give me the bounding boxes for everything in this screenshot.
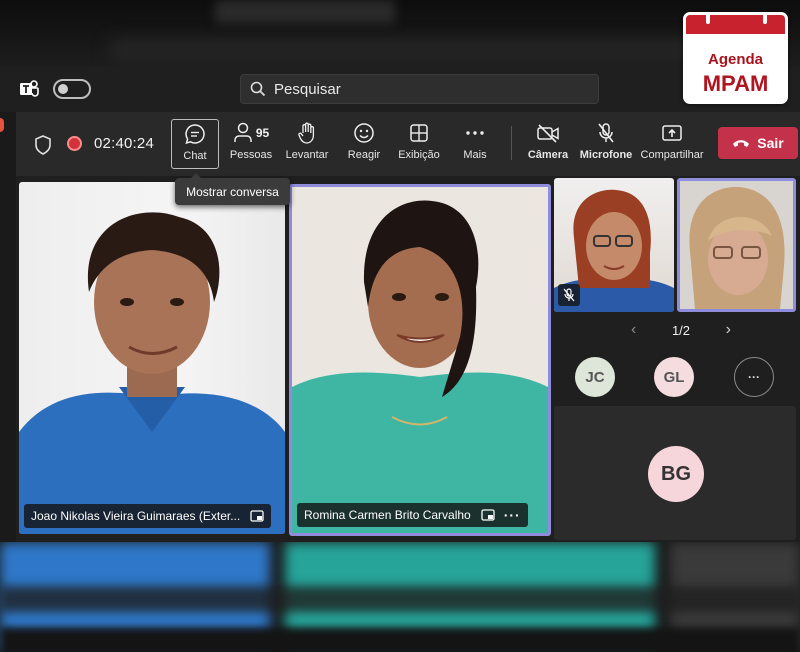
more-options-icon[interactable]: ··· [504, 507, 521, 523]
next-page-icon[interactable]: › [726, 321, 731, 339]
share-button[interactable]: Compartilhar [640, 119, 704, 169]
page-indicator: 1/2 [671, 322, 691, 338]
raise-hand-label: Levantar [285, 149, 329, 161]
badge-line-1: Agenda [707, 51, 763, 68]
blurred-shape [0, 586, 800, 612]
blurred-frame-top [0, 0, 800, 66]
chat-label: Chat [183, 150, 207, 162]
participant-video-tile[interactable] [677, 178, 796, 312]
participant-audio-tile[interactable]: BG [554, 406, 796, 540]
people-button[interactable]: 95 Pessoas [230, 119, 272, 169]
people-icon [234, 122, 252, 142]
agenda-mpam-badge: Agenda MPAM [683, 12, 788, 104]
raise-hand-button[interactable]: Levantar [284, 119, 330, 169]
camera-button[interactable]: Câmera [527, 119, 569, 169]
view-label: Exibição [398, 149, 440, 161]
search-box[interactable]: Pesquisar [240, 74, 599, 104]
participant-video [19, 212, 285, 534]
camera-label: Câmera [527, 149, 569, 161]
chat-button[interactable]: Chat [171, 119, 219, 169]
people-count: 95 [255, 126, 270, 140]
layout-icon [410, 124, 428, 142]
participant-video [292, 187, 548, 533]
badge-line-2: MPAM [702, 71, 769, 96]
teams-logo-icon [20, 80, 39, 97]
microphone-label: Microfone [579, 149, 633, 161]
calendar-ring [761, 15, 769, 26]
video-stage: Joao Nikolas Vieira Guimaraes (Exter... … [16, 176, 800, 542]
pin-icon[interactable] [481, 509, 495, 521]
react-button[interactable]: Reagir [344, 119, 384, 169]
microphone-button[interactable]: Microfone [579, 119, 633, 169]
search-icon [250, 81, 266, 97]
meeting-toolbar: 02:40:24 Chat 95 Pessoas Levantar Reagir… [16, 112, 800, 176]
chat-icon [185, 124, 205, 145]
calendar-band [686, 15, 785, 34]
participant-name: Romina Carmen Brito Carvalho [304, 508, 471, 522]
view-button[interactable]: Exibição [396, 119, 442, 169]
screen: Pesquisar 02:40:24 Chat 95 Pessoas Levan… [0, 0, 800, 652]
notification-indicator [0, 118, 4, 132]
people-label: Pessoas [229, 149, 273, 161]
emoji-icon [354, 123, 374, 143]
recording-icon [67, 136, 82, 151]
hang-up-icon [733, 140, 750, 147]
blurred-shape [215, 0, 395, 24]
active-speaker-video-tile[interactable]: Romina Carmen Brito Carvalho ··· [289, 184, 551, 536]
participant-video-tile[interactable]: Joao Nikolas Vieira Guimaraes (Exter... [19, 182, 285, 534]
participant-video-tile[interactable] [554, 178, 674, 312]
toolbar-divider [511, 126, 512, 160]
blurred-shape [110, 40, 710, 60]
participant-name: Joao Nikolas Vieira Guimaraes (Exter... [31, 509, 241, 523]
calendar-ring [704, 15, 712, 26]
participant-avatar[interactable]: JC [575, 357, 615, 397]
share-screen-icon [662, 125, 682, 141]
leave-label: Sair [757, 135, 784, 151]
toggle-knob [58, 84, 68, 94]
more-button[interactable]: Mais [457, 119, 493, 169]
leave-button[interactable]: Sair [718, 127, 798, 159]
camera-off-icon [537, 124, 559, 143]
blurred-frame-bottom [0, 542, 800, 652]
more-participants-button[interactable]: ··· [734, 357, 774, 397]
search-placeholder: Pesquisar [274, 80, 341, 98]
more-label: Mais [463, 149, 487, 161]
previous-page-icon[interactable]: ‹ [631, 321, 636, 339]
mic-off-icon [563, 288, 575, 302]
more-icon [466, 131, 484, 135]
participant-name-tag: Romina Carmen Brito Carvalho ··· [297, 503, 528, 527]
left-rail [0, 112, 16, 542]
participant-avatar: BG [648, 446, 704, 502]
mic-off-icon [598, 123, 614, 143]
react-label: Reagir [347, 149, 381, 161]
hand-icon [298, 122, 315, 144]
chat-tooltip: Mostrar conversa [175, 173, 290, 205]
shield-icon[interactable] [34, 135, 52, 155]
participant-video [689, 186, 785, 309]
theme-toggle[interactable] [53, 79, 91, 99]
title-bar: Pesquisar [0, 66, 800, 112]
pin-icon[interactable] [250, 510, 264, 522]
blurred-shape [0, 627, 800, 652]
share-label: Compartilhar [640, 149, 704, 161]
muted-indicator [558, 284, 580, 306]
participant-name-tag: Joao Nikolas Vieira Guimaraes (Exter... [24, 504, 272, 528]
gallery-pager: ‹ 1/2 › [631, 318, 731, 342]
participant-avatar[interactable]: GL [654, 357, 694, 397]
meeting-timer: 02:40:24 [94, 135, 154, 152]
